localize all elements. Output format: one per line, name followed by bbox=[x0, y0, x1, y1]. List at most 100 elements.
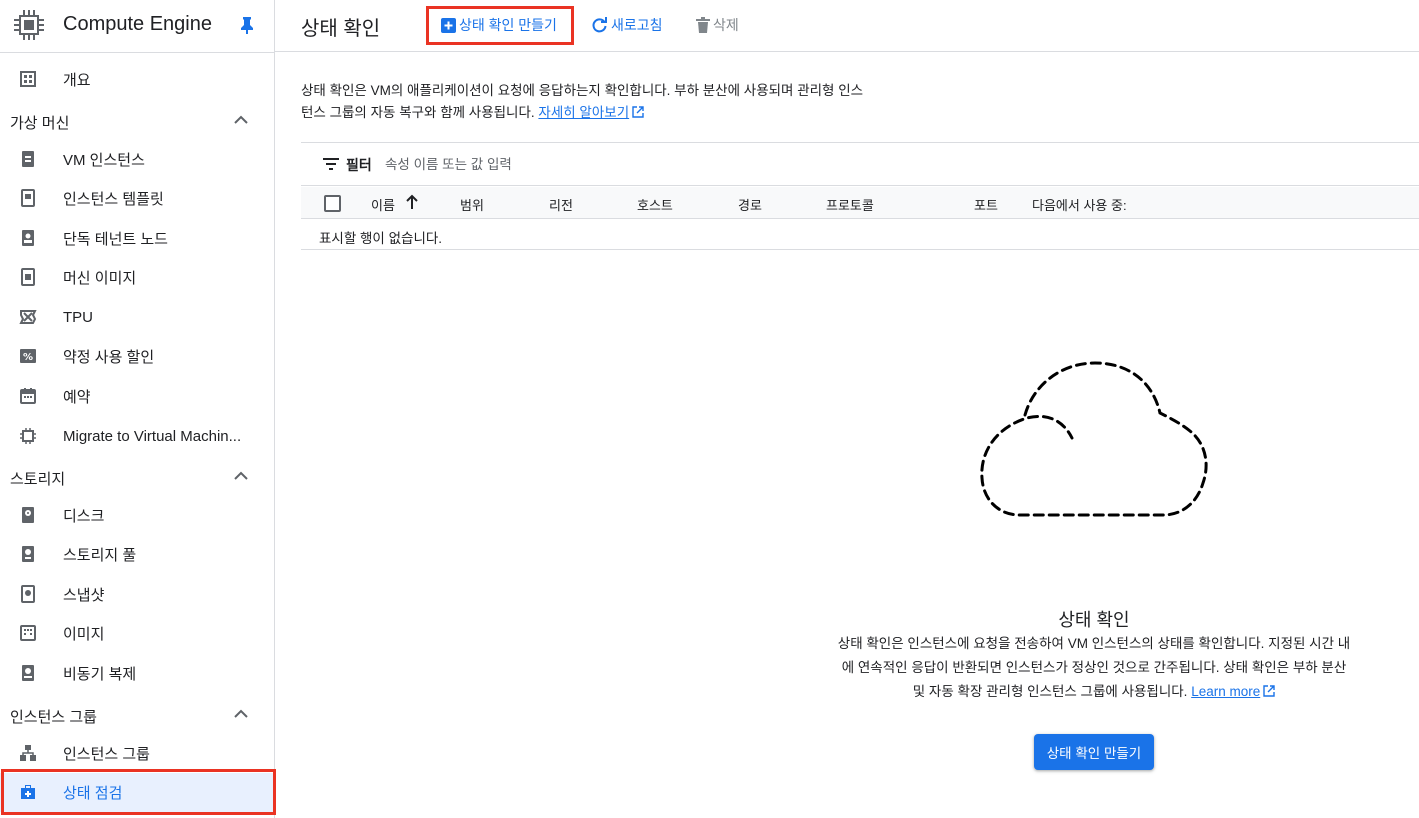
sidebar-item-label: TPU bbox=[63, 309, 93, 326]
chevron-up-icon bbox=[234, 709, 248, 718]
page-title: 상태 확인 bbox=[301, 18, 381, 40]
sidebar-item-machine-images[interactable]: 머신 이미지 bbox=[0, 258, 274, 297]
sidebar-item-overview[interactable]: 개요 bbox=[0, 60, 274, 99]
compute-engine-icon bbox=[14, 10, 44, 40]
snapshot-icon bbox=[21, 585, 35, 603]
refresh-icon bbox=[592, 16, 607, 32]
sidebar-item-storage-pools[interactable]: 스토리지 풀 bbox=[0, 535, 274, 574]
filter-label: 필터 bbox=[346, 157, 372, 173]
column-header-in-use-by[interactable]: 다음에서 사용 중: bbox=[1032, 195, 1127, 214]
instance-group-icon bbox=[20, 745, 36, 761]
column-header-name[interactable]: 이름 bbox=[371, 195, 395, 214]
empty-state-create-button[interactable]: 상태 확인 만들기 bbox=[1034, 734, 1154, 770]
chevron-up-icon bbox=[234, 471, 248, 480]
column-header-protocol[interactable]: 프로토콜 bbox=[826, 195, 874, 214]
section-virtual-machines[interactable]: 가상 머신 bbox=[0, 101, 274, 140]
sidebar: Compute Engine 개요 가상 머신 VM 인스턴스 인스턴스 템플릿… bbox=[0, 0, 275, 818]
empty-cloud-illustration bbox=[980, 361, 1208, 517]
trash-icon bbox=[696, 17, 710, 33]
sidebar-item-migrate[interactable]: Migrate to Virtual Machin... bbox=[0, 417, 274, 456]
add-box-icon bbox=[441, 17, 456, 33]
column-header-scope[interactable]: 범위 bbox=[460, 195, 484, 214]
sidebar-item-committed-use[interactable]: % 약정 사용 할인 bbox=[0, 337, 274, 376]
section-label: 가상 머신 bbox=[10, 115, 70, 132]
disk-icon bbox=[22, 507, 34, 523]
sidebar-item-tpu[interactable]: TPU bbox=[0, 298, 274, 337]
column-header-host[interactable]: 호스트 bbox=[637, 195, 673, 214]
create-button-label: 상태 확인 만들기 bbox=[459, 17, 557, 33]
refresh-button-label: 새로고침 bbox=[611, 17, 663, 33]
machine-image-icon bbox=[21, 268, 35, 286]
sidebar-item-label: 상태 점검 bbox=[63, 785, 123, 802]
dashboard-icon bbox=[20, 71, 36, 87]
sidebar-item-snapshots[interactable]: 스냅샷 bbox=[0, 575, 274, 614]
sidebar-item-label: Migrate to Virtual Machin... bbox=[63, 428, 242, 445]
sidebar-item-label: 비동기 복제 bbox=[63, 666, 137, 683]
sidebar-item-disks[interactable]: 디스크 bbox=[0, 496, 274, 535]
section-label: 인스턴스 그룹 bbox=[10, 709, 97, 726]
sidebar-item-label: 디스크 bbox=[63, 508, 105, 525]
sidebar-item-sole-tenant-nodes[interactable]: 단독 테넌트 노드 bbox=[0, 219, 274, 258]
sidebar-item-label: 머신 이미지 bbox=[63, 270, 137, 287]
create-health-check-button[interactable]: 상태 확인 만들기 bbox=[441, 14, 557, 36]
calendar-icon bbox=[20, 388, 36, 404]
sidebar-header: Compute Engine bbox=[0, 0, 275, 52]
product-title: Compute Engine bbox=[63, 13, 212, 35]
delete-button[interactable]: 삭제 bbox=[696, 14, 739, 36]
migrate-chip-icon bbox=[20, 428, 36, 444]
sidebar-item-label: 예약 bbox=[63, 389, 91, 406]
sidebar-item-label: 인스턴스 템플릿 bbox=[63, 191, 164, 208]
sidebar-item-label: 이미지 bbox=[63, 626, 105, 643]
chevron-up-icon bbox=[234, 115, 248, 124]
sidebar-item-async-replication[interactable]: 비동기 복제 bbox=[0, 654, 274, 693]
sidebar-item-label: 스토리지 풀 bbox=[63, 547, 137, 564]
empty-state-description: 상태 확인은 인스턴스에 요청을 전송하여 VM 인스턴스의 상태를 확인합니다… bbox=[836, 632, 1352, 704]
sidebar-item-instance-groups[interactable]: 인스턴스 그룹 bbox=[0, 734, 274, 773]
storage-pool-icon bbox=[22, 546, 34, 562]
section-instance-groups[interactable]: 인스턴스 그룹 bbox=[0, 695, 274, 734]
filter-bar: 필터 bbox=[301, 142, 1419, 186]
sidebar-item-health-checks[interactable]: 상태 점검 bbox=[0, 773, 274, 812]
tpu-icon bbox=[19, 310, 37, 324]
filter-input[interactable] bbox=[385, 152, 785, 176]
svg-text:%: % bbox=[23, 352, 33, 363]
learn-more-link[interactable]: 자세히 알아보기 bbox=[538, 105, 629, 120]
sidebar-item-label: VM 인스턴스 bbox=[63, 152, 145, 169]
sidebar-item-images[interactable]: 이미지 bbox=[0, 614, 274, 653]
vm-instance-icon bbox=[22, 151, 34, 167]
replication-disk-icon bbox=[22, 665, 34, 681]
node-icon bbox=[22, 230, 34, 246]
sidebar-item-label: 스냅샷 bbox=[63, 587, 105, 604]
top-bar: 상태 확인 상태 확인 만들기 새로고침 삭제 bbox=[275, 0, 1419, 52]
column-header-port[interactable]: 포트 bbox=[974, 195, 998, 214]
refresh-button[interactable]: 새로고침 bbox=[591, 14, 663, 36]
column-header-region[interactable]: 리전 bbox=[549, 195, 573, 214]
filter-icon bbox=[323, 158, 339, 170]
health-check-icon bbox=[21, 785, 35, 799]
section-storage[interactable]: 스토리지 bbox=[0, 457, 274, 496]
select-all-checkbox[interactable] bbox=[324, 195, 341, 212]
arrow-up-icon[interactable] bbox=[405, 194, 419, 210]
empty-state-learn-more-link[interactable]: Learn more bbox=[1191, 684, 1260, 699]
table-header: 이름 범위 리전 호스트 경로 프로토콜 포트 다음에서 사용 중: bbox=[301, 187, 1419, 219]
delete-button-label: 삭제 bbox=[713, 17, 739, 33]
table-empty-row: 표시할 행이 없습니다. bbox=[301, 219, 1419, 250]
sidebar-item-reservations[interactable]: 예약 bbox=[0, 377, 274, 416]
sidebar-item-label: 인스턴스 그룹 bbox=[63, 746, 150, 763]
percent-icon: % bbox=[20, 349, 36, 363]
template-icon bbox=[21, 189, 35, 207]
empty-state-title: 상태 확인 bbox=[1058, 610, 1130, 630]
external-link-icon bbox=[1263, 685, 1275, 697]
external-link-icon bbox=[632, 106, 644, 118]
sidebar-item-label: 약정 사용 할인 bbox=[63, 349, 155, 366]
image-icon bbox=[20, 625, 36, 641]
sidebar-item-instance-templates[interactable]: 인스턴스 템플릿 bbox=[0, 179, 274, 218]
empty-table-message: 표시할 행이 없습니다. bbox=[319, 231, 443, 246]
sidebar-item-vm-instances[interactable]: VM 인스턴스 bbox=[0, 140, 274, 179]
section-label: 스토리지 bbox=[10, 471, 66, 488]
sidebar-item-label: 단독 테넌트 노드 bbox=[63, 231, 168, 248]
column-header-path[interactable]: 경로 bbox=[738, 195, 762, 214]
sidebar-item-label: 개요 bbox=[63, 72, 91, 89]
page-description: 상태 확인은 VM의 애플리케이션이 요청에 응답하는지 확인합니다. 부하 분… bbox=[301, 80, 871, 124]
pin-icon[interactable] bbox=[239, 16, 255, 34]
